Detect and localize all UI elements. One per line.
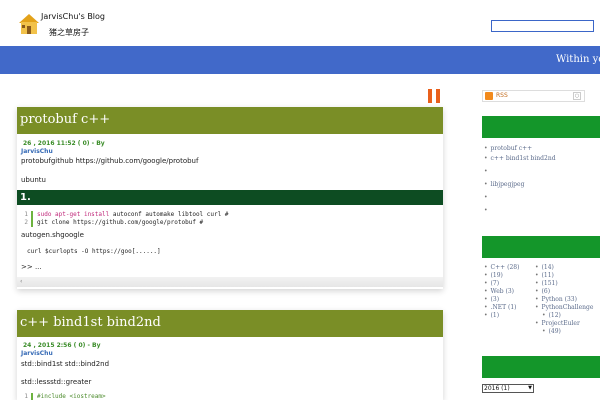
- categories-list-right: (14) (11) (151) (6) Python (33) PythonCh…: [535, 264, 594, 336]
- category-link[interactable]: Python (33): [535, 296, 593, 304]
- rss-bar[interactable]: RSS ○: [482, 90, 585, 102]
- code-line: 1 #include <iostream>: [24, 393, 106, 400]
- category-link[interactable]: (11): [535, 272, 593, 280]
- category-link[interactable]: (19): [484, 272, 519, 280]
- code-block: 1 sudo apt-get install autoconf automake …: [17, 211, 443, 227]
- code-line: 1 sudo apt-get install autoconf automake …: [24, 211, 229, 219]
- category-link[interactable]: C++ (28): [484, 264, 520, 272]
- horizontal-scrollbar[interactable]: ‹: [17, 277, 443, 287]
- post-text: autogen.shgoogle: [21, 231, 84, 239]
- section-title: 1.: [20, 192, 31, 203]
- category-link[interactable]: (151): [535, 280, 593, 288]
- recent-post-link[interactable]: [484, 207, 556, 217]
- header: JarvisChu's Blog 猪之草房子: [0, 0, 600, 46]
- post-text: ubuntu: [21, 176, 46, 184]
- pause-icon[interactable]: [428, 89, 442, 103]
- code-block: curl $curlopts -O https://goo[......]: [17, 248, 443, 256]
- category-link[interactable]: (14): [535, 264, 593, 272]
- recent-post-link[interactable]: c++ bind1st bind2nd: [484, 155, 556, 165]
- recent-post-link[interactable]: [484, 194, 556, 204]
- post-card: protobuf c++ 26 , 2016 11:52 ( 0) - By J…: [17, 107, 443, 289]
- post-text: std::bind1st std::bind2nd: [21, 360, 110, 368]
- code-line: 2 git clone https://github.com/google/pro…: [24, 219, 204, 227]
- sidebar-widget-header: [482, 116, 600, 138]
- category-link[interactable]: (6): [535, 288, 593, 296]
- blog-subtitle: 猪之草房子: [49, 28, 89, 37]
- post-meta: 24 , 2015 2:56 ( 0) - By: [23, 342, 101, 349]
- category-link[interactable]: (3): [484, 296, 519, 304]
- post-card: c++ bind1st bind2nd 24 , 2015 2:56 ( 0) …: [17, 310, 443, 400]
- category-link[interactable]: PythonChallenge: [535, 304, 594, 312]
- rss-icon: [485, 92, 493, 100]
- post-author-link[interactable]: JarvisChu: [21, 350, 53, 357]
- rss-add-icon[interactable]: ○: [573, 92, 581, 100]
- recent-post-link[interactable]: protobuf c++: [484, 145, 556, 155]
- recent-post-link[interactable]: [484, 168, 556, 178]
- banner-text: Within you: [556, 54, 600, 65]
- search-input[interactable]: [491, 20, 594, 32]
- sidebar-widget-header: [482, 356, 600, 378]
- category-count: (12): [535, 312, 593, 320]
- archive-select[interactable]: 2016 (1) ▼: [482, 384, 534, 393]
- section-heading-bar: 1.: [17, 190, 443, 205]
- read-more-link[interactable]: >> ...: [21, 263, 42, 271]
- recent-post-link[interactable]: libjpegjpeg: [484, 181, 556, 191]
- categories-list-left: C++ (28) (19) (7) Web (3) (3) .NET (1) (…: [484, 264, 520, 320]
- code-line: curl $curlopts -O https://goo[......]: [27, 248, 161, 255]
- post-text: protobufgithub https://github.com/google…: [21, 157, 199, 165]
- rss-label[interactable]: RSS: [496, 92, 508, 99]
- code-block: 1 #include <iostream>: [17, 393, 443, 400]
- category-count: (49): [535, 328, 593, 336]
- top-banner: Within you: [0, 46, 600, 74]
- category-link[interactable]: (1): [484, 312, 519, 320]
- archive-selected-value: 2016 (1): [484, 385, 510, 392]
- post-author-link[interactable]: JarvisChu: [21, 148, 53, 155]
- post-title[interactable]: protobuf c++: [20, 112, 110, 127]
- post-meta: 26 , 2016 11:52 ( 0) - By: [23, 140, 105, 147]
- category-link[interactable]: ProjectEuler: [535, 320, 593, 328]
- post-title[interactable]: c++ bind1st bind2nd: [20, 315, 161, 330]
- category-link[interactable]: Web (3): [484, 288, 519, 296]
- sidebar-widget-header: [482, 236, 600, 258]
- category-link[interactable]: .NET (1): [484, 304, 519, 312]
- chevron-down-icon: ▼: [528, 385, 532, 391]
- recent-posts-list: protobuf c++ c++ bind1st bind2nd libjpeg…: [484, 145, 556, 217]
- scroll-left-icon[interactable]: ‹: [20, 278, 22, 285]
- blog-title[interactable]: JarvisChu's Blog: [41, 12, 105, 21]
- house-logo-icon[interactable]: [17, 12, 41, 36]
- category-link[interactable]: (7): [484, 280, 519, 288]
- post-text: std::lessstd::greater: [21, 378, 92, 386]
